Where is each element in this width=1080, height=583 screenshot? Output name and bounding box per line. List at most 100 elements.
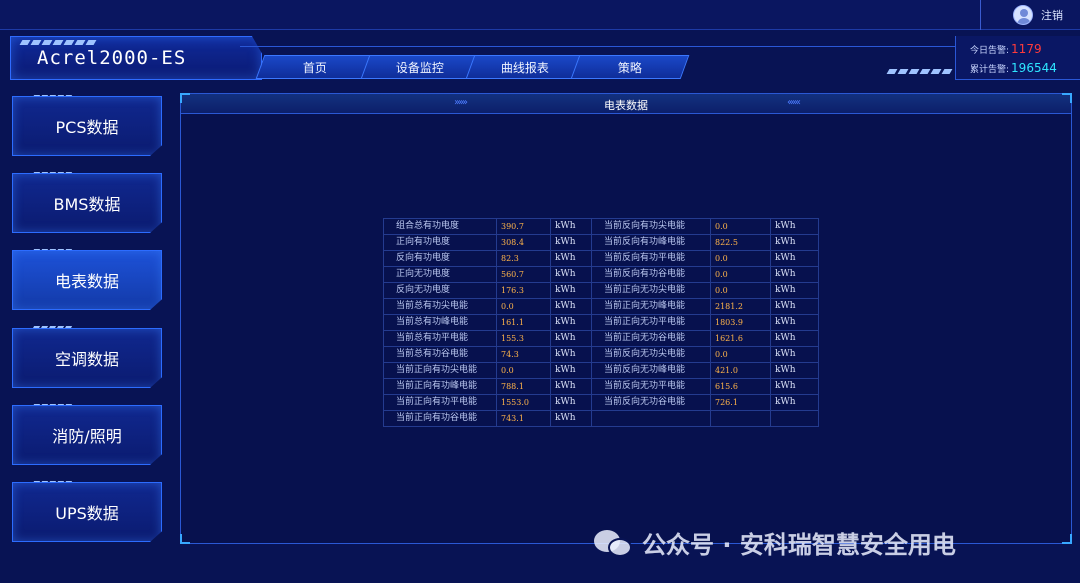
metric-value: 788.1 bbox=[496, 378, 551, 395]
sidebar-item-ups-label: UPS数据 bbox=[55, 504, 119, 523]
metric-unit: kWh bbox=[770, 298, 819, 315]
metric-value: 0.0 bbox=[710, 266, 771, 283]
sidebar-item-air-conditioning[interactable]: 空调数据 bbox=[12, 328, 162, 388]
metric-value: 0.0 bbox=[710, 218, 771, 235]
metric-value: 390.7 bbox=[496, 218, 551, 235]
metric-name: 当前反向无功平电能 bbox=[591, 378, 711, 395]
metric-name: 当前反向有功尖电能 bbox=[591, 218, 711, 235]
meter-data-table: 组合总有功电度 390.7 kWh 当前反向有功尖电能 0.0 kWh 正向有功电度 308.… bbox=[383, 218, 819, 427]
metric-value: 1803.9 bbox=[710, 314, 771, 331]
logout-link[interactable]: 注销 bbox=[1041, 7, 1063, 23]
table-row: 反向有功电度 82.3 kWh 当前反向有功平电能 0.0 kWh bbox=[383, 250, 819, 267]
metric-unit: kWh bbox=[550, 330, 592, 347]
sidebar-item-fire-lighting[interactable]: 消防/照明 bbox=[12, 405, 162, 465]
corner-decoration bbox=[1062, 534, 1072, 544]
metric-unit: kWh bbox=[770, 394, 819, 411]
metric-unit: kWh bbox=[550, 410, 592, 427]
total-alarm-value: 196544 bbox=[1011, 61, 1057, 75]
today-alarm-label: 今日告警: bbox=[970, 46, 1010, 56]
table-row: 当前正向有功峰电能 788.1 kWh 当前反向无功平电能 615.6 kWh bbox=[383, 378, 819, 395]
tab-strategy-label: 策略 bbox=[617, 60, 642, 75]
metric-name: 正向有功电度 bbox=[383, 234, 497, 251]
top-bar: 注销 bbox=[0, 0, 1080, 30]
metric-unit: kWh bbox=[770, 250, 819, 267]
metric-name: 当前正向无功峰电能 bbox=[591, 298, 711, 315]
sidebar-item-pcs[interactable]: PCS数据 bbox=[12, 96, 162, 156]
sidebar-item-air-conditioning-label: 空调数据 bbox=[54, 350, 119, 369]
table-row: 反向无功电度 176.3 kWh 当前正向无功尖电能 0.0 kWh bbox=[383, 282, 819, 299]
corner-decoration bbox=[1062, 93, 1072, 103]
header-stripes bbox=[886, 69, 953, 74]
sidebar-item-ups[interactable]: UPS数据 bbox=[12, 482, 162, 542]
metric-unit: kWh bbox=[550, 234, 592, 251]
table-row: 正向无功电度 560.7 kWh 当前反向有功谷电能 0.0 kWh bbox=[383, 266, 819, 283]
table-row: 正向有功电度 308.4 kWh 当前反向有功峰电能 822.5 kWh bbox=[383, 234, 819, 251]
metric-name: 当前总有功峰电能 bbox=[383, 314, 497, 331]
metric-name: 当前正向有功谷电能 bbox=[383, 410, 497, 427]
metric-value: 2181.2 bbox=[710, 298, 771, 315]
panel-title: 电表数据 bbox=[604, 99, 648, 112]
metric-name: 当前反向有功峰电能 bbox=[591, 234, 711, 251]
metric-value: 743.1 bbox=[496, 410, 551, 427]
watermark-text: 公众号 · 安科瑞智慧安全用电 bbox=[642, 531, 956, 559]
metric-value: 421.0 bbox=[710, 362, 771, 379]
tab-curve-report-label: 曲线报表 bbox=[500, 60, 549, 75]
metric-unit: kWh bbox=[550, 394, 592, 411]
metric-value: 0.0 bbox=[710, 346, 771, 363]
sidebar-item-meter[interactable]: 电表数据 bbox=[12, 250, 162, 310]
metric-value: 1553.0 bbox=[496, 394, 551, 411]
metric-name: 当前总有功平电能 bbox=[383, 330, 497, 347]
metric-value: 155.3 bbox=[496, 330, 551, 347]
metric-value: 0.0 bbox=[710, 282, 771, 299]
watermark: 公众号 · 安科瑞智慧安全用电 bbox=[594, 525, 956, 560]
wechat-icon bbox=[594, 528, 634, 558]
metric-unit: kWh bbox=[770, 378, 819, 395]
user-area[interactable]: 注销 bbox=[980, 0, 1080, 30]
metric-value: 822.5 bbox=[710, 234, 771, 251]
total-alarm-label: 累计告警: bbox=[970, 65, 1010, 75]
metric-value: 308.4 bbox=[496, 234, 551, 251]
tab-curve-report[interactable]: 曲线报表 bbox=[465, 55, 585, 79]
user-avatar-icon[interactable] bbox=[1013, 5, 1033, 25]
sidebar-item-bms[interactable]: BMS数据 bbox=[12, 173, 162, 233]
metric-value: 615.6 bbox=[710, 378, 771, 395]
table-row: 当前正向有功尖电能 0.0 kWh 当前反向无功峰电能 421.0 kWh bbox=[383, 362, 819, 379]
metric-unit: kWh bbox=[550, 346, 592, 363]
metric-unit: kWh bbox=[550, 218, 592, 235]
metric-unit: kWh bbox=[550, 266, 592, 283]
metric-name: 当前反向无功尖电能 bbox=[591, 346, 711, 363]
panel-header: ›››››› 电表数据 ‹‹‹‹‹‹ bbox=[181, 94, 1071, 114]
tab-home-label: 首页 bbox=[302, 60, 327, 75]
metric-unit: kWh bbox=[770, 314, 819, 331]
total-alarm: 累计告警: 196544 bbox=[970, 60, 1080, 79]
sidebar-item-meter-label: 电表数据 bbox=[54, 272, 119, 291]
sidebar-item-bms-label: BMS数据 bbox=[53, 195, 121, 214]
metric-value: 726.1 bbox=[710, 394, 771, 411]
table-row: 当前总有功平电能 155.3 kWh 当前正向无功谷电能 1621.6 kWh bbox=[383, 330, 819, 347]
metric-name: 组合总有功电度 bbox=[383, 218, 497, 235]
metric-unit: kWh bbox=[550, 298, 592, 315]
metric-value: 0.0 bbox=[496, 298, 551, 315]
logo-stripes bbox=[19, 40, 97, 45]
metric-name: 当前总有功谷电能 bbox=[383, 346, 497, 363]
metric-unit: kWh bbox=[550, 250, 592, 267]
metric-value bbox=[710, 410, 771, 427]
metric-unit: kWh bbox=[770, 218, 819, 235]
corner-decoration bbox=[180, 93, 190, 103]
table-row: 组合总有功电度 390.7 kWh 当前反向有功尖电能 0.0 kWh bbox=[383, 218, 819, 235]
tab-home[interactable]: 首页 bbox=[255, 55, 375, 79]
tab-device-monitor-label: 设备监控 bbox=[395, 60, 444, 75]
metric-name: 当前总有功尖电能 bbox=[383, 298, 497, 315]
metric-unit: kWh bbox=[550, 378, 592, 395]
tab-device-monitor[interactable]: 设备监控 bbox=[360, 55, 480, 79]
metric-unit: kWh bbox=[770, 266, 819, 283]
metric-name: 当前正向无功尖电能 bbox=[591, 282, 711, 299]
metric-unit: kWh bbox=[770, 330, 819, 347]
sidebar-item-pcs-label: PCS数据 bbox=[55, 118, 119, 137]
metric-name: 反向无功电度 bbox=[383, 282, 497, 299]
app-logo-box: Acrel2000-ES bbox=[10, 36, 262, 80]
tab-strategy[interactable]: 策略 bbox=[570, 55, 690, 79]
today-alarm: 今日告警: 1179 bbox=[970, 41, 1080, 60]
metric-value: 176.3 bbox=[496, 282, 551, 299]
metric-value: 0.0 bbox=[710, 250, 771, 267]
